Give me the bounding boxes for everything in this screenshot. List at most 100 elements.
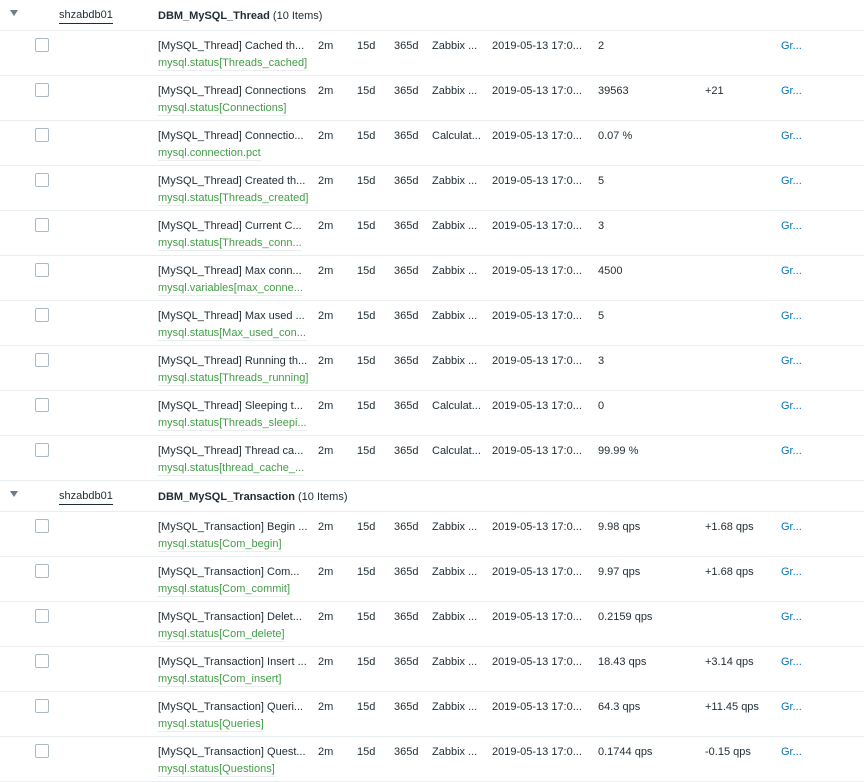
item-last-check: 2019-05-13 17:0... <box>492 355 582 367</box>
item-key: mysql.status[Com_commit] <box>158 583 291 597</box>
table-row: [MySQL_Transaction] Queri... mysql.status… <box>0 692 864 737</box>
item-trends: 365d <box>394 445 419 457</box>
item-last-value: 5 <box>598 175 605 187</box>
row-checkbox[interactable] <box>35 699 49 713</box>
row-checkbox[interactable] <box>35 218 49 232</box>
item-type: Zabbix ... <box>432 746 478 758</box>
table-row: [MySQL_Transaction] Insert ... mysql.stat… <box>0 647 864 692</box>
row-checkbox[interactable] <box>35 398 49 412</box>
item-interval: 2m <box>318 656 334 668</box>
graph-link[interactable]: Gr... <box>781 310 802 322</box>
item-name: [MySQL_Thread] Current C... <box>158 220 302 232</box>
latest-data-table: shzabdb01 DBM_MySQL_Thread (10 Items) [MyS… <box>0 0 864 782</box>
graph-link[interactable]: Gr... <box>781 265 802 277</box>
item-type: Zabbix ... <box>432 310 478 322</box>
item-trends: 365d <box>394 611 419 623</box>
row-checkbox[interactable] <box>35 744 49 758</box>
graph-link[interactable]: Gr... <box>781 85 802 97</box>
item-interval: 2m <box>318 175 334 187</box>
item-key: mysql.status[Threads_running] <box>158 372 309 386</box>
graph-link[interactable]: Gr... <box>781 175 802 187</box>
row-checkbox[interactable] <box>35 609 49 623</box>
table-row: [MySQL_Transaction] Begin ... mysql.statu… <box>0 512 864 557</box>
row-checkbox[interactable] <box>35 128 49 142</box>
graph-link[interactable]: Gr... <box>781 566 802 578</box>
item-interval: 2m <box>318 566 334 578</box>
item-last-value: 39563 <box>598 85 629 97</box>
graph-link[interactable]: Gr... <box>781 400 802 412</box>
host-name[interactable]: shzabdb01 <box>59 490 113 505</box>
table-row: [MySQL_Thread] Thread ca... mysql.status[… <box>0 436 864 481</box>
row-checkbox[interactable] <box>35 263 49 277</box>
collapse-toggle-icon[interactable] <box>10 10 18 16</box>
item-interval: 2m <box>318 746 334 758</box>
item-key: mysql.status[Threads_cached] <box>158 57 308 71</box>
row-checkbox[interactable] <box>35 353 49 367</box>
item-trends: 365d <box>394 656 419 668</box>
graph-link[interactable]: Gr... <box>781 521 802 533</box>
table-row: [MySQL_Thread] Connectio... mysql.connect… <box>0 121 864 166</box>
collapse-toggle-icon[interactable] <box>10 491 18 497</box>
item-history: 15d <box>357 400 376 412</box>
graph-link[interactable]: Gr... <box>781 355 802 367</box>
item-trends: 365d <box>394 566 419 578</box>
item-last-check: 2019-05-13 17:0... <box>492 445 582 457</box>
row-checkbox[interactable] <box>35 443 49 457</box>
item-last-check: 2019-05-13 17:0... <box>492 611 582 623</box>
item-last-check: 2019-05-13 17:0... <box>492 701 582 713</box>
item-last-value: 0.07 % <box>598 130 633 142</box>
row-checkbox[interactable] <box>35 173 49 187</box>
graph-link[interactable]: Gr... <box>781 130 802 142</box>
row-checkbox[interactable] <box>35 38 49 52</box>
table-row: [MySQL_Thread] Connections mysql.status[C… <box>0 76 864 121</box>
item-change: +21 <box>705 85 724 97</box>
item-history: 15d <box>357 445 376 457</box>
item-name: [MySQL_Thread] Running th... <box>158 355 308 367</box>
item-name: [MySQL_Transaction] Queri... <box>158 701 304 713</box>
item-name: [MySQL_Thread] Max used ... <box>158 310 305 322</box>
item-history: 15d <box>357 656 376 668</box>
item-trends: 365d <box>394 85 419 97</box>
row-checkbox[interactable] <box>35 519 49 533</box>
graph-link[interactable]: Gr... <box>781 220 802 232</box>
graph-link[interactable]: Gr... <box>781 701 802 713</box>
row-checkbox[interactable] <box>35 83 49 97</box>
row-checkbox[interactable] <box>35 654 49 668</box>
item-history: 15d <box>357 130 376 142</box>
item-name: [MySQL_Thread] Sleeping t... <box>158 400 303 412</box>
table-row: [MySQL_Thread] Created th... mysql.status… <box>0 166 864 211</box>
item-last-value: 0.2159 qps <box>598 611 653 623</box>
graph-link[interactable]: Gr... <box>781 40 802 52</box>
item-count: (10 Items) <box>272 10 323 22</box>
item-history: 15d <box>357 85 376 97</box>
item-key: mysql.status[Threads_sleepi... <box>158 417 307 431</box>
host-name[interactable]: shzabdb01 <box>59 9 113 24</box>
item-interval: 2m <box>318 265 334 277</box>
item-key: mysql.status[Threads_conn... <box>158 237 302 251</box>
item-type: Calculat... <box>432 445 481 457</box>
item-last-check: 2019-05-13 17:0... <box>492 310 582 322</box>
item-last-value: 0.1744 qps <box>598 746 653 758</box>
item-key: mysql.status[Com_begin] <box>158 538 282 552</box>
item-type: Zabbix ... <box>432 656 478 668</box>
item-interval: 2m <box>318 355 334 367</box>
row-checkbox[interactable] <box>35 564 49 578</box>
table-row: [MySQL_Thread] Sleeping t... mysql.status… <box>0 391 864 436</box>
item-history: 15d <box>357 746 376 758</box>
item-type: Zabbix ... <box>432 611 478 623</box>
item-last-check: 2019-05-13 17:0... <box>492 265 582 277</box>
graph-link[interactable]: Gr... <box>781 611 802 623</box>
item-interval: 2m <box>318 130 334 142</box>
table-row: [MySQL_Transaction] Quest... mysql.status… <box>0 737 864 782</box>
item-last-check: 2019-05-13 17:0... <box>492 40 582 52</box>
graph-link[interactable]: Gr... <box>781 746 802 758</box>
item-key: mysql.status[Com_delete] <box>158 628 285 642</box>
application-name: DBM_MySQL_Transaction <box>158 491 295 503</box>
row-checkbox[interactable] <box>35 308 49 322</box>
item-change: +11.45 qps <box>705 701 759 713</box>
item-name: [MySQL_Thread] Thread ca... <box>158 445 304 457</box>
item-history: 15d <box>357 220 376 232</box>
table-row: [MySQL_Thread] Running th... mysql.status… <box>0 346 864 391</box>
graph-link[interactable]: Gr... <box>781 656 802 668</box>
graph-link[interactable]: Gr... <box>781 445 802 457</box>
